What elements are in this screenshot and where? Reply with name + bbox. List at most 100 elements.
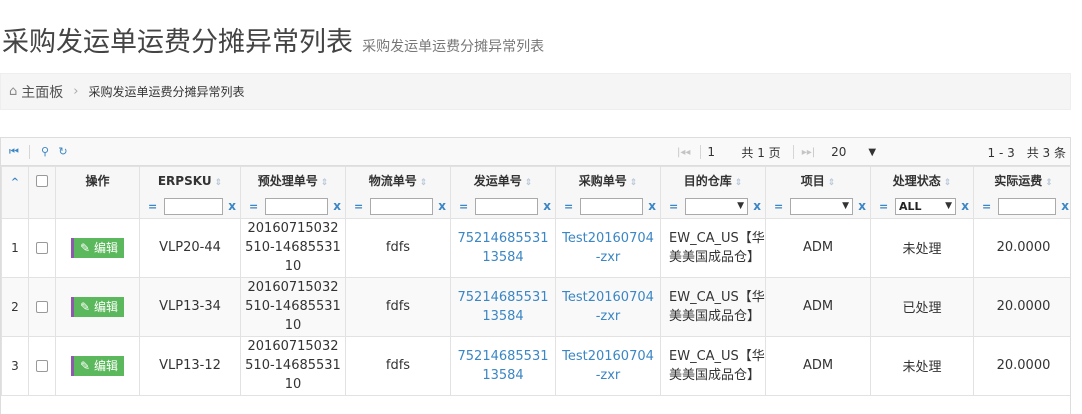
filter-status-select[interactable]: ALL ▼ (895, 197, 956, 215)
project-cell: ADM (765, 217, 871, 278)
pager-divider (29, 144, 30, 159)
breadcrumb-home-link[interactable]: 主面板 (21, 82, 63, 102)
edit-icon: ✎ (79, 358, 91, 373)
logistics-no-cell: fdfs (345, 217, 451, 278)
filter-row: = x = x = x = x = x = ▼ x = ▼ x = ALL ▼ x = x (1, 194, 1070, 219)
col-po-no[interactable]: 采购单号 ⇕ (555, 166, 661, 195)
first-page-icon[interactable]: ⏮ (1, 145, 27, 159)
col-status[interactable]: 处理状态 ⇕ (870, 166, 974, 195)
page-size-select[interactable]: 20 ▼ (831, 145, 876, 159)
ship-no-link[interactable]: 7521468553113584 (450, 217, 556, 278)
filter-po-no-input[interactable] (580, 197, 643, 215)
table-row[interactable]: 1 ✎ 编辑 VLP20-44 20160715032510-1468553110… (1, 217, 1070, 278)
page-header: 采购发运单运费分摊异常列表 采购发运单运费分摊异常列表 (2, 20, 544, 59)
page-number-input[interactable]: 1 (707, 145, 733, 159)
sort-icon: ⇕ (524, 178, 533, 189)
table-row[interactable]: 2 ✎ 编辑 VLP13-34 20160715032510-1468553110… (1, 276, 1070, 337)
filter-operator[interactable]: = (249, 200, 259, 213)
warehouse-cell: EW_CA_US【华美美国成品仓】 (660, 276, 766, 337)
edit-icon: ✎ (79, 240, 91, 255)
caret-down-icon: ▼ (868, 146, 877, 158)
po-no-link[interactable]: Test20160704-zxr (555, 276, 661, 337)
sort-icon: ⇕ (943, 178, 952, 189)
filter-pre-no-input[interactable] (265, 197, 328, 215)
status-cell: 未处理 (870, 335, 974, 396)
filter-empty (28, 194, 56, 219)
actions-cell: ✎ 编辑 (55, 276, 140, 337)
edit-button[interactable]: ✎ 编辑 (70, 355, 125, 376)
col-freight[interactable]: 实际运费 ⇕ (973, 166, 1070, 195)
grid-pager: ⏮ ⚲ ↻ |◂◂ 1 共 1 页 ▸▸| 20 ▼ 1 - 3 共 3 条 (1, 138, 1070, 166)
refresh-icon[interactable]: ↻ (50, 145, 76, 158)
pre-no-cell: 20160715032510-1468553110 (240, 217, 346, 278)
filter-logistics-no-input[interactable] (370, 197, 433, 215)
filter-operator[interactable]: = (459, 200, 469, 213)
grid-table: ^ 操作 ERPSKU ⇕ 预处理单号 ⇕ 物流单号 ⇕ 发运单号 ⇕ 采购单号 ⇕ 目的… (1, 166, 1070, 396)
filter-operator[interactable]: = (354, 200, 364, 213)
first-page-button[interactable]: |◂◂ (677, 147, 690, 158)
col-project[interactable]: 项目 ⇕ (765, 166, 871, 195)
col-erpsku[interactable]: ERPSKU ⇕ (139, 166, 241, 195)
row-checkbox[interactable] (28, 276, 56, 337)
filter-empty (55, 194, 140, 219)
clear-filter-button[interactable]: x (541, 199, 551, 213)
page-title: 采购发运单运费分摊异常列表 (2, 27, 353, 58)
filter-erpsku-input[interactable] (164, 197, 223, 215)
edit-button[interactable]: ✎ 编辑 (70, 237, 125, 258)
actions-cell: ✎ 编辑 (55, 217, 140, 278)
breadcrumb: ⌂ 主面板 › 采购发运单运费分摊异常列表 (0, 73, 1071, 110)
filter-ship-no-input[interactable] (475, 197, 538, 215)
filter-operator[interactable]: = (774, 200, 784, 213)
filter-status-value: ALL (899, 199, 922, 213)
col-pre-no[interactable]: 预处理单号 ⇕ (240, 166, 346, 195)
row-checkbox[interactable] (28, 217, 56, 278)
freight-cell: 20.0000 (973, 276, 1070, 337)
project-cell: ADM (765, 276, 871, 337)
clear-filter-button[interactable]: x (436, 199, 446, 213)
ship-no-link[interactable]: 7521468553113584 (450, 335, 556, 396)
clear-filter-button[interactable]: x (331, 199, 341, 213)
pre-no-cell: 20160715032510-1468553110 (240, 276, 346, 337)
chevron-right-icon: › (73, 84, 79, 99)
ship-no-link[interactable]: 7521468553113584 (450, 276, 556, 337)
col-ship-no[interactable]: 发运单号 ⇕ (450, 166, 556, 195)
col-logistics-no[interactable]: 物流单号 ⇕ (345, 166, 451, 195)
erpsku-cell: VLP13-34 (139, 276, 241, 337)
filter-operator[interactable]: = (148, 200, 158, 213)
erpsku-cell: VLP20-44 (139, 217, 241, 278)
clear-filter-button[interactable]: x (646, 199, 656, 213)
next-page-button[interactable]: ▸▸| (802, 147, 815, 158)
clear-filter-button[interactable]: x (751, 199, 761, 213)
filter-warehouse-select[interactable]: ▼ (685, 197, 748, 215)
clear-filter-button[interactable]: x (959, 199, 969, 213)
filter-operator[interactable]: = (564, 200, 574, 213)
freight-cell: 20.0000 (973, 335, 1070, 396)
filter-freight-input[interactable] (998, 197, 1056, 215)
clear-filter-button[interactable]: x (856, 199, 866, 213)
status-cell: 未处理 (870, 217, 974, 278)
sort-icon: ⇕ (320, 178, 329, 189)
warehouse-cell: EW_CA_US【华美美国成品仓】 (660, 217, 766, 278)
row-number: 3 (1, 335, 29, 396)
sort-icon: ⇕ (419, 178, 428, 189)
clear-filter-button[interactable]: x (1059, 199, 1069, 213)
po-no-link[interactable]: Test20160704-zxr (555, 217, 661, 278)
select-all-checkbox[interactable] (28, 166, 56, 195)
sort-icon: ⇕ (1045, 178, 1053, 189)
col-warehouse[interactable]: 目的仓库 ⇕ (660, 166, 766, 195)
table-row[interactable]: 3 ✎ 编辑 VLP13-12 20160715032510-1468553110… (1, 335, 1070, 396)
po-no-link[interactable]: Test20160704-zxr (555, 335, 661, 396)
filter-operator[interactable]: = (879, 200, 889, 213)
filter-operator[interactable]: = (669, 200, 679, 213)
filter-operator[interactable]: = (982, 200, 992, 213)
filter-project-select[interactable]: ▼ (790, 197, 853, 215)
row-checkbox[interactable] (28, 335, 56, 396)
home-icon: ⌂ (9, 84, 18, 99)
pre-no-cell: 20160715032510-1468553110 (240, 335, 346, 396)
sort-up-icon[interactable]: ^ (1, 166, 29, 195)
erpsku-cell: VLP13-12 (139, 335, 241, 396)
edit-button[interactable]: ✎ 编辑 (70, 296, 125, 317)
page-subtitle: 采购发运单运费分摊异常列表 (362, 39, 545, 55)
clear-filter-button[interactable]: x (226, 199, 236, 213)
sort-icon: ⇕ (827, 178, 836, 189)
